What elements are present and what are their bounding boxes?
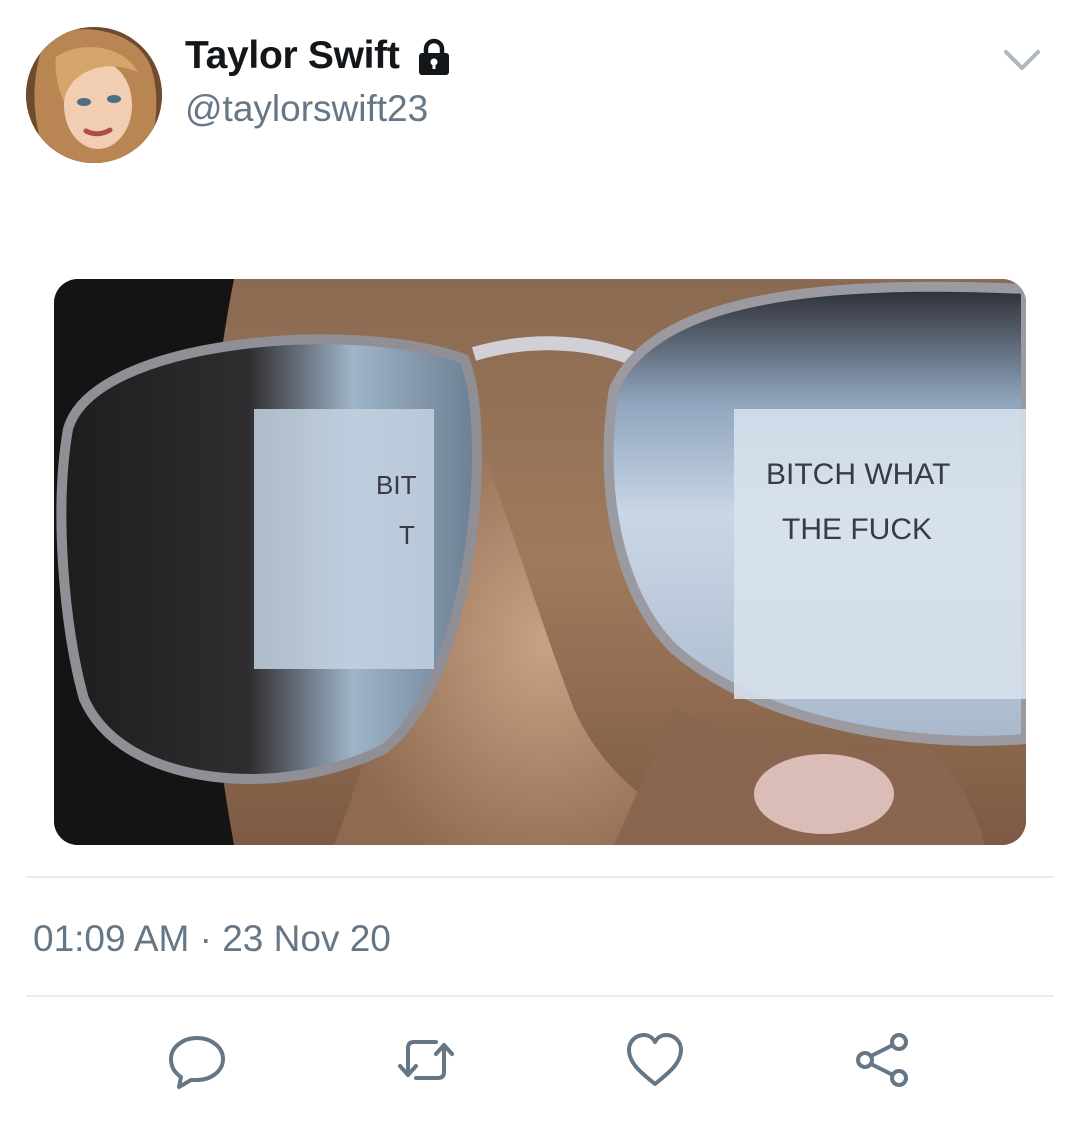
author-handle[interactable]: @taylorswift23 (185, 88, 428, 130)
left-lens-text-1: BIT (376, 470, 417, 500)
author-name[interactable]: Taylor Swift (185, 34, 400, 78)
divider-top (26, 876, 1054, 878)
reply-button[interactable] (167, 1030, 227, 1090)
right-lens-text-1: BITCH WHAT (766, 458, 950, 491)
share-button[interactable] (853, 1030, 913, 1090)
chevron-down-icon[interactable] (1002, 44, 1042, 74)
avatar[interactable] (26, 27, 162, 163)
sunglasses-photo: BIT T BITCH WHAT THE FUCK (54, 279, 1026, 845)
left-lens-text-2: T (399, 520, 415, 550)
tweet-image[interactable]: BIT T BITCH WHAT THE FUCK (54, 279, 1026, 845)
right-lens-text-2: THE FUCK (782, 513, 932, 546)
heart-icon (627, 1033, 683, 1086)
divider-bottom (26, 995, 1054, 997)
reply-icon (169, 1036, 225, 1089)
lock-icon (418, 38, 449, 75)
retweet-icon (398, 1040, 454, 1080)
tweet-timestamp[interactable]: 01:09 AM · 23 Nov 20 (33, 918, 391, 960)
like-button[interactable] (625, 1030, 685, 1090)
avatar-image (26, 27, 162, 163)
share-icon (856, 1033, 908, 1087)
retweet-button[interactable] (396, 1030, 456, 1090)
author-name-row: Taylor Swift (185, 34, 454, 78)
